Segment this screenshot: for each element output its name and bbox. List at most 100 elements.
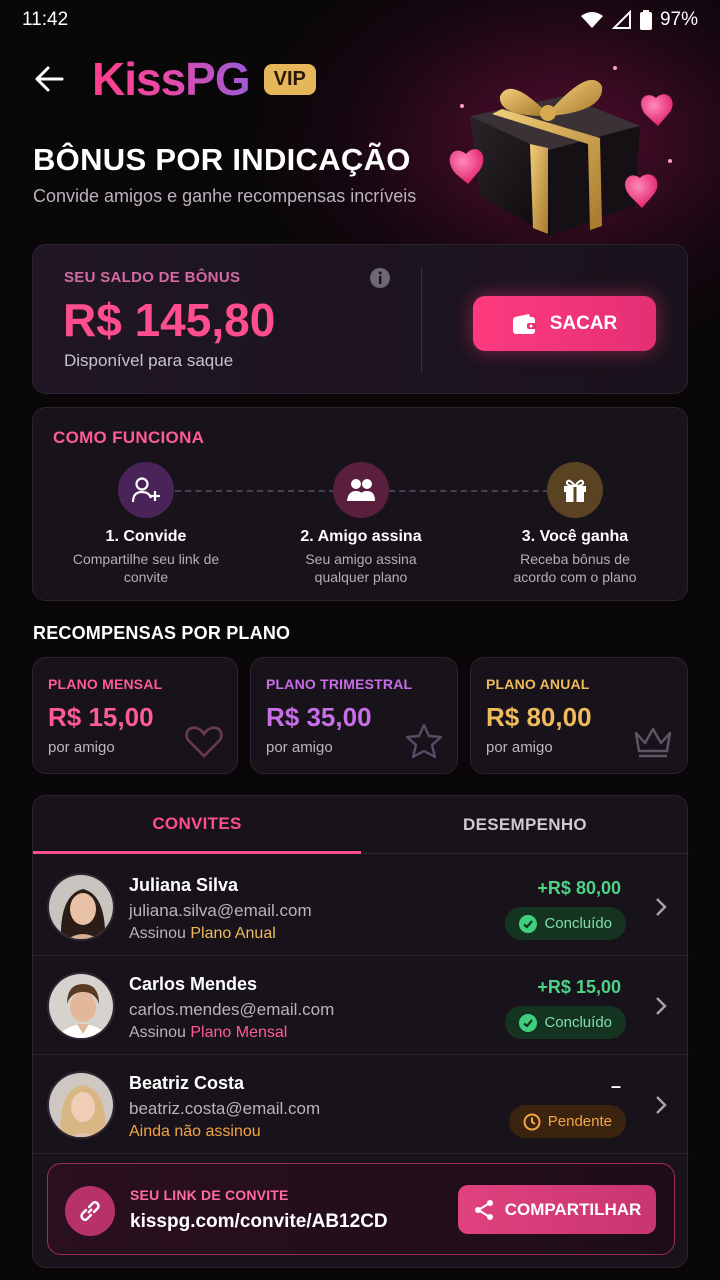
invite-row[interactable]: Beatriz Costa beatriz.costa@email.com Ai… [33, 1055, 689, 1154]
invite-link-box: SEU LINK DE CONVITE kisspg.com/convite/A… [47, 1163, 675, 1255]
invite-plan: Assinou Plano Anual [129, 925, 276, 943]
avatar [47, 972, 115, 1040]
vip-badge: VIP [263, 63, 316, 95]
invite-row[interactable]: Carlos Mendes carlos.mendes@email.com As… [33, 956, 689, 1055]
battery-icon [639, 10, 652, 30]
step-title: 1. Convide [105, 528, 187, 545]
add-user-icon [118, 462, 174, 518]
status-icons: 97% [580, 9, 698, 31]
status-badge: Concluído [505, 907, 626, 940]
invite-row[interactable]: Juliana Silva juliana.silva@email.com As… [33, 857, 689, 956]
share-icon [474, 1199, 493, 1220]
plan-card-annual[interactable]: PLANO ANUAL R$ 80,00 por amigo [470, 657, 688, 774]
chevron-right-icon [656, 898, 667, 916]
invite-name: Juliana Silva [129, 875, 239, 895]
how-it-works-card: COMO FUNCIONA 1. Convide Compartilhe seu… [32, 407, 688, 601]
tab-invites[interactable]: CONVITES [33, 796, 361, 854]
wallet-icon [512, 313, 537, 334]
status-badge: Concluído [505, 1006, 626, 1039]
avatar [47, 1071, 115, 1139]
invite-plan: Assinou Plano Mensal [129, 1024, 287, 1042]
status-label: Concluído [544, 1014, 612, 1031]
invite-plan: Ainda não assinou [129, 1123, 261, 1141]
step-title: 2. Amigo assina [300, 528, 422, 545]
share-button-label: COMPARTILHAR [504, 1199, 642, 1219]
status-badge: Pendente [508, 1105, 626, 1138]
check-circle-icon [519, 914, 538, 933]
invite-plan-prefix: Assinou [129, 1024, 191, 1041]
invite-name: Carlos Mendes [129, 974, 258, 994]
plan-subtext: por amigo [48, 739, 115, 756]
status-label: Concluído [544, 915, 612, 932]
plan-name: PLANO TRIMESTRAL [266, 676, 413, 692]
back-button[interactable] [32, 62, 66, 96]
plan-subtext: por amigo [266, 739, 333, 756]
balance-value: R$ 145,80 [63, 294, 276, 346]
app-logo: KissPG [92, 53, 251, 105]
balance-subtext: Disponível para saque [64, 351, 234, 370]
status-time: 11:42 [22, 9, 69, 30]
link-icon [65, 1186, 115, 1236]
invite-plan-name: Plano Anual [190, 925, 276, 942]
gift-icon [547, 462, 603, 518]
invite-email: beatriz.costa@email.com [129, 1099, 321, 1118]
crown-icon [634, 727, 672, 758]
step-invite: 1. Convide Compartilhe seu link de convi… [56, 462, 236, 586]
chevron-right-icon [656, 997, 667, 1015]
plan-card-quarterly[interactable]: PLANO TRIMESTRAL R$ 35,00 por amigo [250, 657, 458, 774]
battery-level: 97% [659, 9, 698, 30]
info-icon[interactable] [369, 267, 391, 289]
arrow-left-icon [35, 66, 64, 92]
plan-price: R$ 15,00 [48, 702, 154, 732]
heart-icon [185, 726, 223, 758]
plan-price: R$ 35,00 [266, 702, 372, 732]
plan-name: PLANO ANUAL [486, 676, 590, 692]
star-icon [405, 723, 443, 759]
step-title: 3. Você ganha [521, 528, 629, 545]
plan-name: PLANO MENSAL [48, 676, 163, 692]
withdraw-button-label: SACAR [549, 312, 618, 334]
how-it-works-title: COMO FUNCIONA [53, 428, 205, 447]
invite-plan-prefix: Assinou [129, 925, 191, 942]
page-title: BÔNUS POR INDICAÇÃO [33, 142, 411, 177]
invite-name: Beatriz Costa [129, 1073, 245, 1093]
page-subtitle: Convide amigos e ganhe recompensas incrí… [33, 186, 417, 206]
invite-link-label: SEU LINK DE CONVITE [130, 1187, 289, 1203]
rewards-title: RECOMPENSAS POR PLANO [33, 623, 291, 643]
invite-amount: +R$ 80,00 [537, 878, 621, 898]
invite-amount: +R$ 15,00 [537, 977, 621, 997]
check-circle-icon [519, 1013, 538, 1032]
signal-icon [611, 10, 631, 29]
step-friend-subscribes: 2. Amigo assina Seu amigo assina qualque… [271, 462, 451, 586]
status-label: Pendente [547, 1113, 612, 1130]
invite-amount: – [610, 1076, 621, 1096]
balance-label: SEU SALDO DE BÔNUS [64, 269, 241, 286]
tab-performance[interactable]: DESEMPENHO [361, 796, 689, 854]
plan-subtext: por amigo [486, 739, 553, 756]
step-description: Receba bônus de acordo com o plano [513, 551, 637, 585]
invite-email: juliana.silva@email.com [129, 901, 312, 920]
friends-icon [333, 462, 389, 518]
step-description: Compartilhe seu link de convite [72, 551, 220, 585]
invite-plan-name: Ainda não assinou [129, 1123, 261, 1140]
gift-box-illustration [449, 66, 673, 236]
step-description: Seu amigo assina qualquer plano [305, 551, 417, 585]
invite-plan-name: Plano Mensal [190, 1024, 288, 1041]
withdraw-button[interactable]: SACAR [473, 296, 656, 351]
invite-email: carlos.mendes@email.com [129, 1000, 335, 1019]
balance-card: SEU SALDO DE BÔNUS R$ 145,80 Disponível … [32, 244, 688, 394]
step-you-earn: 3. Você ganha Receba bônus de acordo com… [485, 462, 665, 586]
chevron-right-icon [656, 1096, 667, 1114]
share-button[interactable]: COMPARTILHAR [458, 1185, 656, 1234]
app-header: KissPG VIP [32, 52, 316, 106]
wifi-icon [580, 12, 603, 28]
plan-card-monthly[interactable]: PLANO MENSAL R$ 15,00 por amigo [32, 657, 238, 774]
invite-link-url[interactable]: kisspg.com/convite/AB12CD [130, 1211, 388, 1233]
plan-price: R$ 80,00 [486, 702, 592, 732]
clock-icon [523, 1113, 541, 1130]
invites-panel: CONVITES DESEMPENHO Juliana Silva julian… [32, 795, 689, 1268]
status-bar: 11:42 97% [0, 0, 720, 40]
tab-bar: CONVITES DESEMPENHO [33, 796, 689, 854]
balance-divider [421, 267, 422, 373]
avatar [47, 873, 115, 941]
